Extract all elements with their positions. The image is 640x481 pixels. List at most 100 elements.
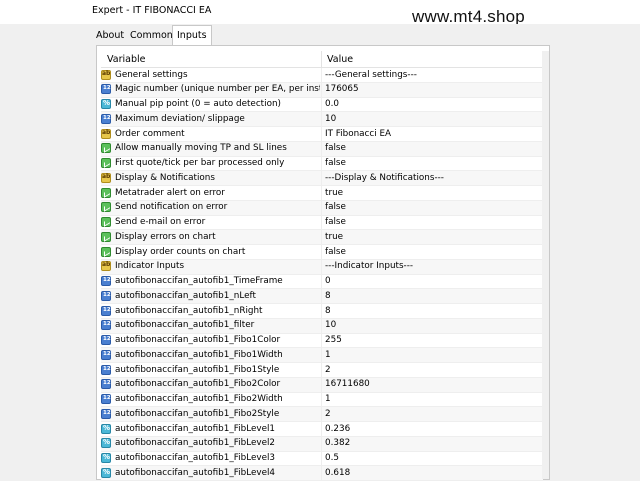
- string-param-icon: [101, 172, 111, 183]
- parameter-value[interactable]: 255: [325, 335, 342, 345]
- inputs-panel: Variable Value General settings ---Genera…: [96, 45, 550, 481]
- parameter-name: Indicator Inputs: [115, 261, 185, 272]
- parameter-value[interactable]: false: [325, 158, 346, 168]
- vertical-scrollbar[interactable]: [542, 51, 549, 479]
- string-param-icon: [101, 128, 111, 139]
- parameter-row[interactable]: Send notification on error false: [101, 200, 543, 216]
- double-param-icon: [101, 453, 111, 463]
- cell-divider: [321, 186, 322, 200]
- parameter-row[interactable]: General settings ---General settings---: [101, 68, 543, 83]
- parameter-row[interactable]: Display & Notifications ---Display & Noti…: [101, 171, 543, 186]
- parameter-name: Display errors on chart: [115, 231, 216, 242]
- parameter-value[interactable]: 16711680: [325, 379, 370, 389]
- cell-divider: [321, 112, 322, 126]
- parameter-row[interactable]: Allow manually moving TP and SL lines fal…: [101, 141, 543, 157]
- parameter-value[interactable]: 0.0: [325, 99, 339, 109]
- parameter-row[interactable]: autofibonaccifan_autofib1_nLeft 8: [101, 289, 543, 304]
- double-param-icon: [101, 438, 111, 449]
- parameter-value[interactable]: 0.5: [325, 453, 339, 463]
- parameter-name: autofibonaccifan_autofib1_FibLevel3: [115, 453, 276, 463]
- parameter-row[interactable]: autofibonaccifan_autofib1_Fibo2Style 2: [101, 407, 543, 422]
- column-header-variable[interactable]: Variable: [107, 54, 145, 65]
- parameter-row[interactable]: autofibonaccifan_autofib1_filter 10: [101, 318, 543, 334]
- parameter-list: General settings ---General settings--- Ma…: [101, 68, 543, 481]
- parameter-row[interactable]: Magic number (unique number per EA, per …: [101, 82, 543, 98]
- parameter-name: General settings: [115, 69, 188, 80]
- parameter-row[interactable]: autofibonaccifan_autofib1_Fibo2Color 1671…: [101, 377, 543, 393]
- parameter-row[interactable]: autofibonaccifan_autofib1_Fibo2Width 1: [101, 392, 543, 408]
- integer-param-icon: [101, 364, 111, 375]
- parameter-value[interactable]: false: [325, 247, 346, 257]
- parameter-name: Manual pip point (0 = auto detection): [115, 99, 281, 109]
- bool-param-icon: [101, 187, 111, 198]
- parameter-name: autofibonaccifan_autofib1_Fibo2Color: [115, 379, 281, 390]
- parameter-row[interactable]: autofibonaccifan_autofib1_FibLevel3 0.5: [101, 451, 543, 467]
- parameter-value[interactable]: 2: [325, 409, 331, 419]
- parameter-value[interactable]: false: [325, 143, 346, 153]
- parameter-value[interactable]: 0.382: [325, 438, 350, 448]
- parameter-value[interactable]: 8: [325, 306, 331, 316]
- parameter-name: Order comment: [115, 128, 185, 139]
- parameter-row[interactable]: Display order counts on chart false: [101, 245, 543, 260]
- integer-param-icon: [101, 113, 111, 124]
- parameter-value[interactable]: IT Fibonacci EA: [325, 129, 391, 139]
- column-header-value[interactable]: Value: [327, 54, 353, 65]
- integer-param-icon: [101, 349, 111, 360]
- cell-divider: [321, 436, 322, 451]
- parameter-name: Allow manually moving TP and SL lines: [115, 143, 287, 154]
- string-param-icon: [101, 69, 111, 80]
- parameter-value[interactable]: 10: [325, 320, 336, 330]
- parameter-row[interactable]: Order comment IT Fibonacci EA: [101, 127, 543, 142]
- parameter-row[interactable]: autofibonaccifan_autofib1_nRight 8: [101, 304, 543, 319]
- parameter-row[interactable]: Send e-mail on error false: [101, 215, 543, 231]
- parameter-row[interactable]: Maximum deviation/ slippage 10: [101, 112, 543, 127]
- parameter-row[interactable]: Manual pip point (0 = auto detection) 0.0: [101, 97, 543, 113]
- parameter-name: Send e-mail on error: [115, 217, 206, 227]
- tab-about[interactable]: About: [92, 27, 128, 44]
- integer-param-icon: [101, 408, 111, 419]
- cell-divider: [321, 200, 322, 215]
- cell-divider: [321, 156, 322, 171]
- bool-param-icon: [101, 217, 111, 227]
- parameter-row[interactable]: Metatrader alert on error true: [101, 186, 543, 201]
- string-param-icon: [101, 261, 111, 272]
- parameter-value[interactable]: 2: [325, 365, 331, 375]
- parameter-name: Metatrader alert on error: [115, 187, 225, 198]
- cell-divider: [321, 333, 322, 348]
- parameter-value[interactable]: false: [325, 202, 346, 212]
- cell-divider: [321, 82, 322, 97]
- parameter-value[interactable]: 10: [325, 114, 336, 124]
- parameter-value[interactable]: true: [325, 232, 343, 242]
- parameter-value[interactable]: 0: [325, 276, 331, 286]
- parameter-value[interactable]: ---Indicator Inputs---: [325, 261, 413, 271]
- tab-common[interactable]: Common: [126, 27, 177, 44]
- integer-param-icon: [101, 320, 111, 331]
- parameter-value[interactable]: 8: [325, 291, 331, 301]
- parameter-row[interactable]: autofibonaccifan_autofib1_FibLevel4 0.618: [101, 466, 543, 481]
- parameter-row[interactable]: Indicator Inputs ---Indicator Inputs---: [101, 259, 543, 275]
- parameter-value[interactable]: true: [325, 188, 343, 198]
- parameter-row[interactable]: autofibonaccifan_autofib1_Fibo1Width 1: [101, 348, 543, 363]
- parameter-row[interactable]: Display errors on chart true: [101, 230, 543, 245]
- parameter-value[interactable]: ---Display & Notifications---: [325, 173, 444, 183]
- parameter-row[interactable]: autofibonaccifan_autofib1_TimeFrame 0: [101, 274, 543, 290]
- cell-divider: [321, 68, 322, 82]
- parameter-row[interactable]: autofibonaccifan_autofib1_Fibo1Style 2: [101, 363, 543, 378]
- parameter-value[interactable]: ---General settings---: [325, 70, 417, 80]
- parameter-value[interactable]: false: [325, 217, 346, 227]
- integer-param-icon: [101, 276, 111, 286]
- column-divider[interactable]: [321, 51, 322, 67]
- cell-divider: [321, 259, 322, 274]
- parameter-value[interactable]: 0.236: [325, 424, 350, 434]
- parameter-row[interactable]: autofibonaccifan_autofib1_FibLevel1 0.236: [101, 422, 543, 437]
- parameter-value[interactable]: 1: [325, 350, 331, 360]
- parameter-value[interactable]: 0.618: [325, 468, 350, 478]
- tab-strip: About Common Inputs: [0, 24, 640, 46]
- parameter-row[interactable]: First quote/tick per bar processed only f…: [101, 156, 543, 172]
- parameter-value[interactable]: 176065: [325, 84, 359, 94]
- tab-inputs[interactable]: Inputs: [172, 25, 212, 46]
- parameter-row[interactable]: autofibonaccifan_autofib1_Fibo1Color 255: [101, 333, 543, 349]
- cell-divider: [321, 451, 322, 466]
- parameter-value[interactable]: 1: [325, 394, 331, 404]
- parameter-row[interactable]: autofibonaccifan_autofib1_FibLevel2 0.382: [101, 436, 543, 452]
